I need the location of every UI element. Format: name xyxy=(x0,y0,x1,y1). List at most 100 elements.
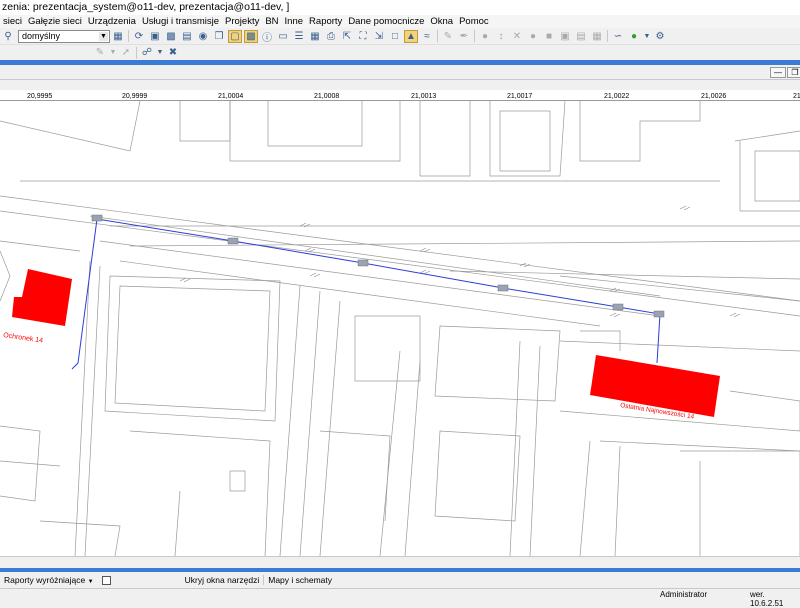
device-icon[interactable]: ▣ xyxy=(558,30,572,43)
network-node[interactable] xyxy=(612,303,624,311)
table-icon[interactable]: ▤ xyxy=(180,30,194,43)
network-node[interactable] xyxy=(653,310,665,318)
map-line xyxy=(179,101,231,142)
menu-item-pomoc[interactable]: Pomoc xyxy=(456,15,492,28)
tool-taskbar: Raporty wyróżniające ▼ Ukryj okna narzęd… xyxy=(0,572,800,588)
measure-area-icon[interactable]: ▲ xyxy=(404,29,418,43)
restore-icon[interactable]: ❐ xyxy=(787,67,800,78)
map-line xyxy=(754,150,800,202)
menu-item-galezie-sieci[interactable]: Gałęzie sieci xyxy=(25,15,85,28)
layer-profile-combo[interactable]: domyślny ▼ xyxy=(18,29,110,43)
map-icon[interactable]: ▣ xyxy=(148,30,162,43)
map-line xyxy=(229,101,401,162)
network-icon[interactable]: ∽ xyxy=(611,30,625,43)
minimize-icon[interactable]: — xyxy=(770,67,786,78)
network-node[interactable] xyxy=(227,237,239,245)
connector-icon[interactable]: ▦ xyxy=(590,30,604,43)
map-line xyxy=(680,450,800,556)
status-bar: Administrator wer. 10.6.2.51 xyxy=(0,588,800,608)
circle-icon[interactable]: ● xyxy=(526,30,540,43)
menu-item-sieci[interactable]: sieci xyxy=(0,15,25,28)
menu-item-bn[interactable]: BN xyxy=(262,15,281,28)
layers-icon[interactable]: ▦ xyxy=(111,30,125,43)
menu-item-projekty[interactable]: Projekty xyxy=(222,15,262,28)
measure-icon[interactable]: ▦ xyxy=(308,30,322,43)
print-icon[interactable]: ⎙ xyxy=(324,30,338,43)
menu-item-dane-pomocnicze[interactable]: Dane pomocnicze xyxy=(345,15,427,28)
reports-dropdown[interactable]: Raporty wyróżniające ▼ xyxy=(0,575,98,585)
chevron-down-icon[interactable]: ▼ xyxy=(99,31,108,41)
menu-item-uslugi[interactable]: Usługi i transmisje xyxy=(139,15,222,28)
pencil-icon[interactable]: ✎ xyxy=(93,46,107,59)
network-node[interactable] xyxy=(357,259,369,267)
chevron-down-icon[interactable]: ▼ xyxy=(156,46,164,59)
map-svg: Ochronek 14 Ostatnia Najnowszości 14 xyxy=(0,101,800,556)
square-icon[interactable]: ■ xyxy=(542,30,556,43)
menu-item-inne[interactable]: Inne xyxy=(282,15,307,28)
chevron-down-icon[interactable]: ▼ xyxy=(109,46,117,59)
list-icon[interactable]: ☰ xyxy=(292,30,306,43)
map-line xyxy=(319,300,341,556)
draw-icon[interactable]: ✒ xyxy=(457,30,471,43)
edit-icon[interactable]: ✎ xyxy=(441,30,455,43)
snap-icon[interactable]: ➚ xyxy=(119,46,133,59)
node-icon[interactable]: ● xyxy=(478,30,492,43)
select-mode-icon[interactable]: ▢ xyxy=(228,29,242,43)
network-node[interactable] xyxy=(91,214,103,222)
map-line xyxy=(599,440,800,452)
status-version: wer. 10.6.2.51 xyxy=(750,590,784,608)
cable-icon[interactable]: ▤ xyxy=(574,30,588,43)
map-canvas[interactable]: Ochronek 14 Ostatnia Najnowszości 14 xyxy=(0,101,800,556)
menu-item-okna[interactable]: Okna xyxy=(427,15,456,28)
building-ochronek[interactable] xyxy=(12,269,72,326)
maps-schemes-button[interactable]: Mapy i schematy xyxy=(264,575,336,585)
ruler-tick-label: 21 xyxy=(793,93,800,100)
network-route-branch[interactable] xyxy=(71,218,98,370)
map-line xyxy=(114,285,271,412)
ruler-tick-label: 21,0013 xyxy=(411,93,437,100)
network-node[interactable] xyxy=(497,284,509,292)
delete-icon[interactable]: ✕ xyxy=(510,30,524,43)
layer-profile-value: domyślny xyxy=(22,31,61,41)
binoculars-icon[interactable]: ◉ xyxy=(196,30,210,43)
zoom-icon[interactable]: ⚲ xyxy=(1,30,15,43)
menu-item-urzadzenia[interactable]: Urządzenia xyxy=(85,15,139,28)
ruler-tick-label: 20,9999 xyxy=(122,93,148,100)
map-line xyxy=(299,290,321,556)
zoom-box-icon[interactable]: □ xyxy=(388,30,402,43)
secondary-toolbar: ✎ ▼ ➚ ☍ ▼ ✖ xyxy=(0,45,800,60)
refresh-icon[interactable]: ⟳ xyxy=(132,30,146,43)
menu-item-raporty[interactable]: Raporty xyxy=(306,15,345,28)
split-icon[interactable]: ↕ xyxy=(494,30,508,43)
ruler-tick-label: 21,0026 xyxy=(701,93,727,100)
map-hatch xyxy=(679,205,691,211)
info-icon[interactable]: ⓘ xyxy=(260,30,274,44)
map-line xyxy=(614,445,621,556)
map-line xyxy=(104,275,281,422)
attach-icon[interactable]: ☍ xyxy=(140,46,154,59)
hide-tools-button[interactable]: Ukryj okna narzędzi xyxy=(181,575,265,585)
expand-icon[interactable]: ⇲ xyxy=(372,30,386,43)
copy-icon[interactable]: ❐ xyxy=(212,30,226,43)
settings-icon[interactable]: ⚙ xyxy=(653,30,667,43)
map-line xyxy=(434,325,561,402)
map-line xyxy=(0,250,11,302)
fit-corner-icon[interactable]: ⇱ xyxy=(340,30,354,43)
pan-mode-icon[interactable]: ▩ xyxy=(244,29,258,43)
map-line xyxy=(579,101,701,162)
window-title: zenia: prezentacja_system@o11-dev, preze… xyxy=(0,0,800,15)
map-line xyxy=(319,430,391,522)
reports-checkbox[interactable] xyxy=(101,575,111,585)
route-icon[interactable]: ≈ xyxy=(420,30,434,43)
grid-icon[interactable]: ▩ xyxy=(164,30,178,43)
status-green-icon[interactable]: ● xyxy=(627,30,641,43)
fit-extent-icon[interactable]: ⛶ xyxy=(356,30,370,43)
chevron-down-icon[interactable]: ▼ xyxy=(643,30,651,43)
map-window-header: — ❐ xyxy=(0,65,800,80)
toolbar-separator xyxy=(607,30,608,42)
window-icon[interactable]: ▭ xyxy=(276,30,290,43)
map-line xyxy=(734,130,800,212)
ruler-tick-label: 20,9995 xyxy=(27,93,53,100)
map-line xyxy=(39,520,121,556)
close-icon[interactable]: ✖ xyxy=(166,46,180,59)
